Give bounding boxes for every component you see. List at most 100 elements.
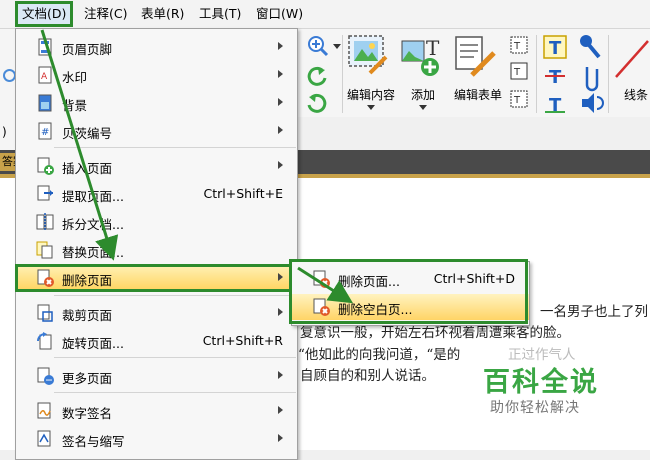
add-dropdown-icon[interactable]	[419, 105, 427, 110]
insert-page-icon	[37, 157, 54, 175]
menu-item-header-footer[interactable]: 页眉页脚	[16, 34, 297, 60]
menu-item-label: 拆分文档...	[62, 217, 124, 232]
menu-separator	[54, 357, 296, 358]
menu-comment[interactable]: 注释(C)	[80, 4, 131, 24]
submenu-item-delete-pages[interactable]: 删除页面... Ctrl+Shift+D	[292, 266, 529, 292]
menu-window[interactable]: 窗口(W)	[252, 4, 307, 24]
menu-item-delete-page[interactable]: 删除页面	[15, 264, 298, 292]
svg-text:T: T	[513, 95, 521, 106]
menu-document[interactable]: 文档(D)	[14, 1, 74, 27]
extract-page-icon	[37, 185, 53, 201]
attachment-icons[interactable]	[577, 33, 605, 115]
svg-text:#: #	[41, 127, 49, 138]
submenu-item-delete-blank-pages[interactable]: 删除空白页...	[292, 294, 529, 320]
watermark-icon: A	[38, 66, 52, 84]
separator	[536, 35, 537, 113]
menu-item-label: 贝茨编号	[62, 126, 113, 141]
background-icon	[38, 94, 52, 112]
left-toolbar-fragment: )	[0, 29, 16, 159]
menu-item-label: 提取页面...	[62, 189, 124, 204]
menu-item-more-pages[interactable]: 更多页面	[16, 363, 297, 389]
replace-page-icon	[36, 241, 53, 259]
form-field-icons: T T T	[510, 36, 528, 108]
zoom-dropdown-icon[interactable]	[333, 44, 341, 49]
menu-item-label: 裁剪页面	[62, 308, 113, 323]
lines-label[interactable]: 线条	[624, 86, 648, 103]
delete-blank-page-icon	[313, 298, 330, 316]
text-comment-icons[interactable]: T T T	[543, 35, 569, 115]
svg-text:T: T	[549, 38, 562, 59]
submenu-arrow-icon	[278, 273, 283, 281]
menu-form[interactable]: 表单(R)	[137, 4, 188, 24]
menu-item-split-document[interactable]: 拆分文档...	[16, 209, 297, 235]
menu-tools[interactable]: 工具(T)	[195, 4, 245, 24]
edit-form-label[interactable]: 编辑表单	[454, 86, 502, 103]
menu-item-digital-signature[interactable]: 数字签名	[16, 398, 297, 424]
line-icon[interactable]	[614, 39, 650, 79]
menu-item-crop-page[interactable]: 裁剪页面	[16, 300, 297, 326]
menu-item-shortcut: Ctrl+Shift+E	[203, 186, 284, 201]
doc-text-line: “他如此的向我问道，“是的	[298, 347, 461, 363]
watermark-title: 百科全说	[483, 367, 599, 398]
menu-separator	[54, 147, 296, 148]
submenu-arrow-icon	[278, 126, 283, 134]
svg-text:T: T	[426, 36, 440, 60]
more-pages-icon	[37, 367, 54, 385]
edit-content-icon[interactable]	[348, 35, 388, 75]
menu-item-replace-page[interactable]: 替换页面...	[16, 237, 297, 263]
submenu-arrow-icon	[278, 161, 283, 169]
edit-content-label[interactable]: 编辑内容	[347, 86, 395, 103]
submenu-item-shortcut: Ctrl+Shift+D	[433, 271, 515, 286]
svg-text:T: T	[549, 67, 562, 88]
menu-item-shortcut: Ctrl+Shift+R	[202, 333, 283, 348]
submenu-arrow-icon	[278, 308, 283, 316]
menu-item-label: 水印	[62, 70, 88, 85]
split-document-icon	[36, 213, 54, 231]
delete-pages-icon	[313, 270, 330, 288]
submenu-arrow-icon	[278, 371, 283, 379]
svg-text:A: A	[41, 72, 48, 82]
document-menu: 页眉页脚 A 水印 背景 # 贝茨编号 插入页面 提取页面... Ctrl+Sh…	[15, 28, 298, 460]
rotate-left-icon[interactable]	[306, 65, 328, 87]
zoom-in-icon[interactable]	[306, 34, 330, 58]
paren-fragment: )	[2, 125, 7, 139]
add-label[interactable]: 添加	[411, 86, 435, 103]
submenu-arrow-icon	[278, 42, 283, 50]
submenu-item-label: 删除空白页...	[338, 302, 413, 317]
delete-page-submenu: 删除页面... Ctrl+Shift+D 删除空白页...	[291, 261, 530, 326]
menu-item-bates-numbering[interactable]: # 贝茨编号	[16, 118, 297, 144]
rotate-right-icon[interactable]	[306, 92, 328, 114]
delete-page-icon	[37, 269, 54, 287]
svg-text:T: T	[513, 41, 521, 52]
submenu-arrow-icon	[278, 70, 283, 78]
menu-item-label: 数字签名	[62, 406, 113, 421]
submenu-arrow-icon	[278, 406, 283, 414]
menu-item-label: 签名与缩写	[62, 434, 125, 449]
menu-item-watermark[interactable]: A 水印	[16, 62, 297, 88]
menu-item-label: 旋转页面...	[62, 336, 124, 351]
separator	[342, 35, 343, 113]
menu-separator	[54, 392, 296, 393]
edit-content-dropdown-icon[interactable]	[367, 105, 375, 110]
svg-text:T: T	[513, 67, 521, 78]
edit-form-icon[interactable]	[454, 35, 496, 77]
submenu-arrow-icon	[278, 434, 283, 442]
menu-item-insert-page[interactable]: 插入页面	[16, 153, 297, 179]
menu-item-background[interactable]: 背景	[16, 90, 297, 116]
header-footer-icon	[38, 38, 52, 56]
add-icon[interactable]: T	[400, 35, 440, 77]
menu-item-label: 插入页面	[62, 161, 113, 176]
menu-item-rotate-page[interactable]: 旋转页面... Ctrl+Shift+R	[16, 328, 297, 354]
sign-initials-icon	[37, 430, 51, 447]
menu-bar: 文档(D) 注释(C) 表单(R) 工具(T) 窗口(W)	[0, 0, 650, 29]
separator	[608, 35, 609, 113]
submenu-item-label: 删除页面...	[338, 274, 400, 289]
doc-text-line: 一名男子也上了列	[540, 304, 648, 320]
rotate-page-icon	[37, 332, 52, 350]
bates-numbering-icon: #	[38, 122, 52, 140]
menu-item-sign-initials[interactable]: 签名与缩写	[16, 426, 297, 452]
watermark-subtitle: 助你轻松解决	[490, 400, 580, 416]
menu-item-label: 删除页面	[62, 273, 113, 288]
menu-separator	[54, 295, 296, 296]
menu-item-extract-page[interactable]: 提取页面... Ctrl+Shift+E	[16, 181, 297, 207]
